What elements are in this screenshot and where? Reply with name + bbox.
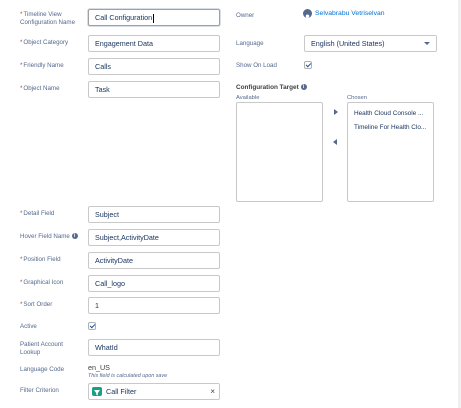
active-label: Active	[20, 323, 37, 330]
show-on-load-label: Show On Load	[236, 62, 277, 69]
position-field-input[interactable]: ActivityDate	[88, 252, 220, 269]
language-code-hint: This field is calculated upon save	[88, 373, 168, 379]
available-listbox[interactable]	[236, 102, 323, 202]
clear-selection-icon[interactable]: ×	[210, 384, 215, 399]
graphical-icon-input[interactable]: Call_logo	[88, 275, 220, 292]
detail-field-label: *Detail Field	[20, 210, 55, 217]
graphical-icon-label: *Graphical Icon	[20, 279, 64, 286]
chosen-option[interactable]: Health Cloud Console ...	[348, 107, 433, 121]
filter-criterion-value: Call Filter	[106, 387, 137, 396]
language-select[interactable]: English (United States)	[304, 35, 437, 52]
language-code-value: en_US	[88, 363, 110, 372]
patient-account-lookup-input[interactable]: WhatId	[88, 339, 220, 356]
available-list-label: Available	[236, 95, 260, 101]
filter-criterion-label: Filter Criterion	[20, 387, 59, 394]
owner-label: Owner	[236, 12, 255, 19]
move-right-arrow-icon[interactable]	[334, 109, 338, 115]
patient-account-lookup-label: Patient Account Lookup	[20, 341, 63, 356]
detail-field-input[interactable]: Subject	[88, 206, 220, 223]
filter-lookup-icon	[92, 387, 102, 396]
owner-link[interactable]: Selvabrabu Vetriselvan	[315, 10, 385, 17]
object-name-label: *Object Name	[20, 85, 60, 92]
user-avatar-icon	[303, 9, 312, 18]
sort-order-label: *Sort Order	[20, 301, 53, 308]
filter-criterion-lookup[interactable]: Call Filter ×	[88, 383, 220, 400]
object-name-input[interactable]: Task	[88, 81, 220, 98]
object-category-input[interactable]: Engagement Data	[88, 35, 220, 52]
chosen-listbox[interactable]: Health Cloud Console ... Timeline For He…	[347, 102, 434, 202]
object-category-label: *Object Category	[20, 39, 69, 46]
position-field-label: *Position Field	[20, 256, 61, 263]
hover-field-name-input[interactable]: Subject,ActivityDate	[88, 229, 220, 246]
language-code-label: Language Code	[20, 366, 65, 373]
language-label: Language	[236, 40, 264, 47]
configuration-target-heading: Configuration Target i	[236, 84, 307, 91]
active-checkbox[interactable]	[88, 322, 96, 330]
friendly-name-input[interactable]: Calls	[88, 58, 220, 75]
chevron-down-icon	[424, 42, 430, 45]
chosen-option[interactable]: Timeline For Health Clo...	[348, 121, 433, 135]
text-caret	[153, 13, 155, 23]
timeline-view-name-input[interactable]: Call Configuration	[88, 9, 220, 26]
friendly-name-label: *Friendly Name	[20, 62, 64, 69]
show-on-load-checkbox[interactable]	[304, 61, 312, 69]
info-icon[interactable]: i	[71, 233, 78, 240]
sort-order-input[interactable]: 1	[88, 297, 220, 314]
chosen-list-label: Chosen	[347, 95, 367, 101]
info-icon[interactable]: i	[300, 84, 307, 91]
move-left-arrow-icon[interactable]	[333, 139, 337, 145]
hover-field-name-label: Hover Field Name i	[20, 233, 78, 241]
timeline-view-name-label: *Timeline View Configuration Name	[20, 11, 76, 26]
